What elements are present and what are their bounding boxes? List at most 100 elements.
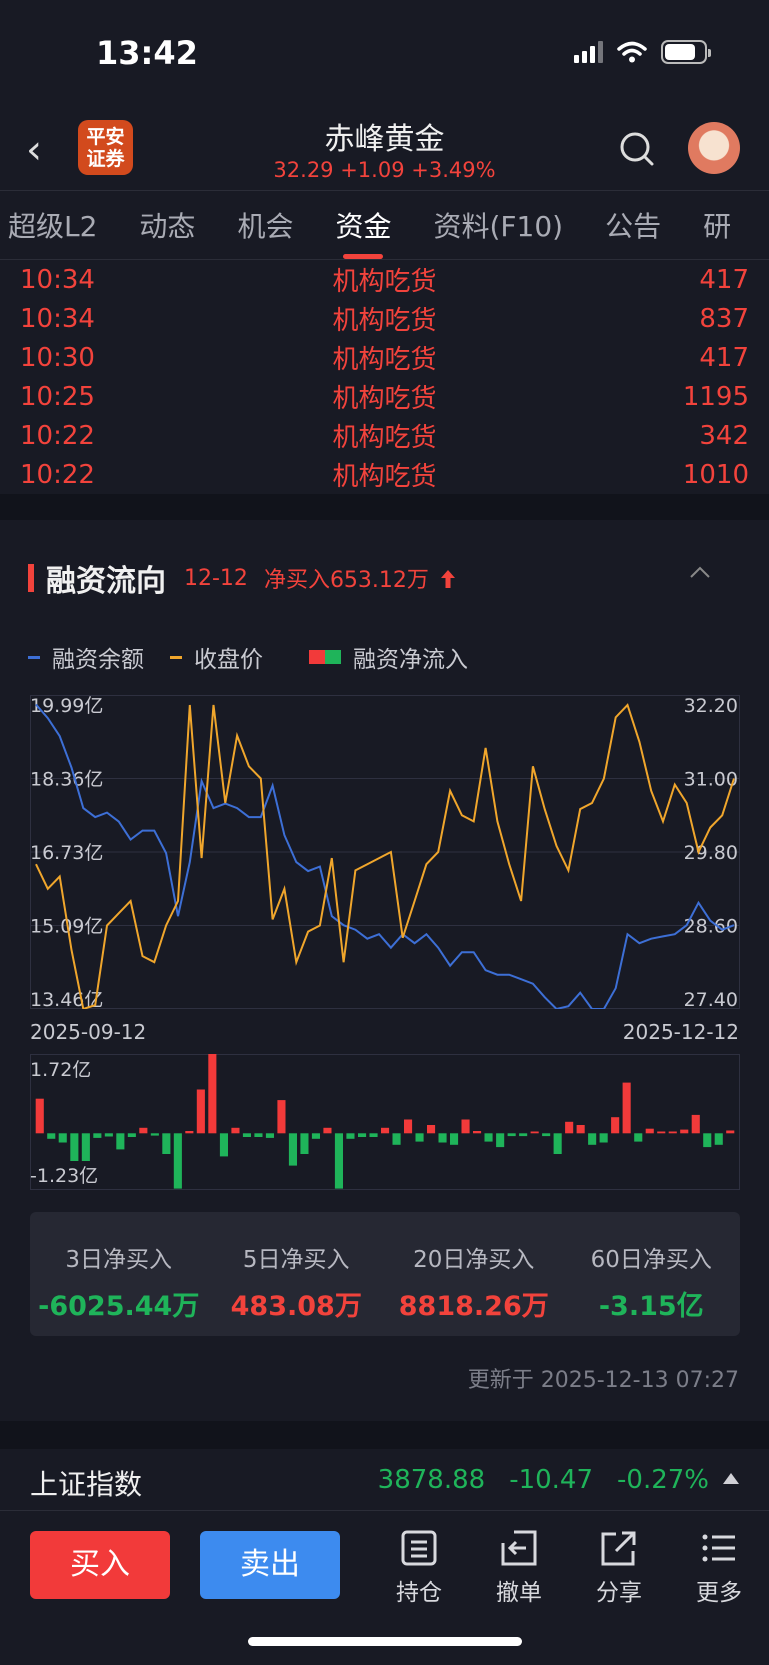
list-item[interactable]: 10:22 机构吃货 342 xyxy=(0,416,769,455)
chart-end-date: 2025-12-12 xyxy=(622,1020,739,1044)
section-marker xyxy=(28,564,34,592)
index-ticker[interactable]: 上证指数 3878.88 -10.47 -0.27% xyxy=(0,1449,769,1511)
inflow-bar xyxy=(622,1082,631,1134)
sell-button[interactable]: 卖出 xyxy=(200,1531,340,1599)
inflow-bar xyxy=(104,1133,113,1137)
tab-research[interactable]: 研 xyxy=(703,205,731,245)
inflow-bar xyxy=(404,1119,413,1134)
section-title: 融资流向 12-12 净买入653.12万 xyxy=(28,556,456,600)
status-icons xyxy=(574,40,711,64)
summary-60d: 60日净买入 -3.15亿 xyxy=(590,1247,712,1322)
summary-20d: 20日净买入 8818.26万 xyxy=(398,1247,549,1322)
inflow-bar xyxy=(553,1133,562,1154)
avatar[interactable] xyxy=(688,122,740,174)
section-name: 融资流向 xyxy=(46,564,166,599)
series-line-close xyxy=(35,703,735,1009)
chevron-up-icon[interactable] xyxy=(688,560,712,584)
inflow-bar xyxy=(277,1100,286,1134)
share-button[interactable]: 分享 xyxy=(584,1529,654,1607)
index-change: -10.47 xyxy=(509,1465,594,1495)
inflow-bar xyxy=(519,1133,528,1137)
inflow-bar xyxy=(484,1133,493,1142)
y-tick-right: 31.00 xyxy=(684,769,738,791)
inflow-bar xyxy=(208,1054,217,1134)
inflow-bar xyxy=(691,1114,700,1134)
home-indicator xyxy=(248,1637,522,1646)
y-tick-left: 18.36亿 xyxy=(30,769,103,791)
list-item[interactable]: 10:30 机构吃货 417 xyxy=(0,338,769,377)
section-divider xyxy=(0,1421,769,1449)
inflow-bar xyxy=(507,1133,516,1137)
inflow-bar xyxy=(668,1131,677,1134)
chart-start-date: 2025-09-12 xyxy=(30,1020,147,1044)
y-tick-left: 19.99亿 xyxy=(30,695,103,717)
inflow-bar xyxy=(438,1133,447,1143)
search-icon[interactable] xyxy=(618,130,656,168)
tab-funds[interactable]: 资金 xyxy=(335,205,391,245)
list-item[interactable]: 10:25 机构吃货 1195 xyxy=(0,377,769,416)
section-date: 12-12 xyxy=(184,565,248,591)
inflow-bar xyxy=(150,1133,159,1136)
tab-opportunity[interactable]: 机会 xyxy=(237,205,293,245)
tab-super-l2[interactable]: 超级L2 xyxy=(8,205,97,245)
y-tick-right: 32.20 xyxy=(684,695,738,717)
inflow-bar xyxy=(196,1089,205,1134)
inflow-bar xyxy=(185,1131,194,1134)
summary-3d: 3日净买入 -6025.44万 xyxy=(38,1247,200,1322)
legend-item: 融资净流入 xyxy=(309,640,468,674)
inflow-bar xyxy=(461,1119,470,1134)
more-button[interactable]: 更多 xyxy=(684,1529,754,1607)
inflow-bar xyxy=(81,1133,90,1161)
inflow-bar xyxy=(311,1133,320,1139)
inflow-bar xyxy=(634,1133,643,1142)
inflow-bar xyxy=(173,1133,182,1189)
buy-button[interactable]: 买入 xyxy=(30,1531,170,1599)
inflow-bar xyxy=(415,1133,424,1142)
inflow-bar xyxy=(242,1133,251,1137)
inflow-bar xyxy=(427,1125,436,1134)
list-item[interactable]: 10:34 机构吃货 417 xyxy=(0,260,769,299)
inflow-bar xyxy=(323,1127,332,1134)
index-name: 上证指数 xyxy=(30,1468,143,1501)
holdings-button[interactable]: 持仓 xyxy=(384,1529,454,1607)
list-item[interactable]: 10:34 机构吃货 837 xyxy=(0,299,769,338)
expand-up-icon[interactable] xyxy=(723,1473,739,1484)
inflow-bar xyxy=(542,1133,551,1137)
inflow-bar xyxy=(599,1133,608,1143)
inflow-bar xyxy=(369,1133,378,1137)
inflow-bar xyxy=(726,1130,735,1134)
inflow-bar xyxy=(450,1133,459,1145)
inflow-bar xyxy=(611,1117,620,1134)
inflow-bar xyxy=(265,1133,274,1138)
inflow-bar xyxy=(162,1133,171,1154)
bar-tick-max: 1.72亿 xyxy=(30,1059,91,1081)
financing-line-chart: 19.99亿 32.2018.36亿 31.0016.73亿 29.8015.09亿 2… xyxy=(30,695,740,1009)
summary-5d: 5日净买入 483.08万 xyxy=(230,1247,362,1322)
inflow-bar xyxy=(300,1133,309,1154)
inflow-bar xyxy=(254,1133,263,1137)
list-item[interactable]: 10:22 机构吃货 1010 xyxy=(0,455,769,494)
inflow-bar xyxy=(392,1133,401,1145)
inflow-bar xyxy=(288,1133,297,1166)
legend-item: 收盘价 xyxy=(170,640,263,674)
inflow-bar xyxy=(127,1133,136,1137)
tab-dynamics[interactable]: 动态 xyxy=(139,205,195,245)
tab-announcement[interactable]: 公告 xyxy=(605,205,661,245)
share-icon xyxy=(601,1531,636,1566)
inflow-bar xyxy=(93,1133,102,1138)
inflow-bar xyxy=(139,1127,148,1134)
tab-f10[interactable]: 资料(F10) xyxy=(433,205,563,245)
inflow-bar xyxy=(473,1131,482,1134)
net-inflow-bar-chart: 1.72亿 -1.23亿 xyxy=(30,1054,740,1190)
cancel-order-button[interactable]: 撤单 xyxy=(484,1529,554,1607)
bar-chart-frame xyxy=(30,1054,740,1190)
inflow-bar xyxy=(58,1133,67,1143)
inflow-bar xyxy=(645,1128,654,1134)
tab-bar: 超级L2 动态 机会 资金 资料(F10) 公告 研 xyxy=(0,190,769,260)
more-icon xyxy=(702,1534,735,1562)
inflow-bar xyxy=(381,1127,390,1134)
inflow-bar xyxy=(231,1127,240,1134)
updated-time: 更新于 2025-12-13 07:27 xyxy=(467,1368,739,1393)
index-pct: -0.27% xyxy=(617,1465,709,1495)
y-tick-right: 27.40 xyxy=(684,989,738,1009)
